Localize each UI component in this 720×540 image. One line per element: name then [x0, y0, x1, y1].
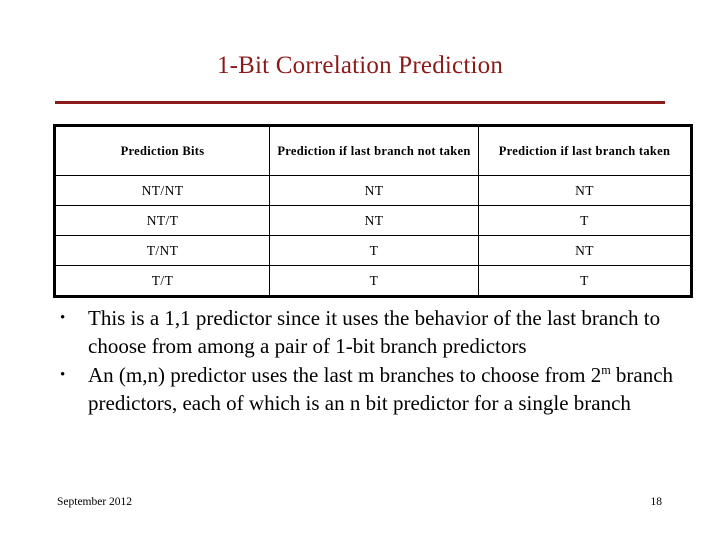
cell-taken: T	[478, 265, 692, 297]
cell-not-taken: NT	[269, 205, 479, 236]
bullet-list: • This is a 1,1 predictor since it uses …	[60, 305, 680, 420]
table-header-row: Prediction Bits Prediction if last branc…	[54, 125, 692, 176]
column-header-last-branch-taken: Prediction if last branch taken	[478, 125, 692, 176]
table-row: NT/T NT T	[54, 205, 692, 236]
bullet-marker-icon: •	[60, 367, 66, 384]
bullet-text: An (m,n) predictor uses the last m branc…	[88, 362, 680, 417]
cell-not-taken: NT	[269, 175, 479, 206]
cell-not-taken: T	[269, 265, 479, 297]
table-row: T/T T T	[54, 265, 692, 297]
cell-not-taken: T	[269, 235, 479, 266]
cell-prediction-bits: NT/T	[54, 205, 270, 236]
column-header-prediction-bits: Prediction Bits	[54, 125, 270, 176]
bullet-text: This is a 1,1 predictor since it uses th…	[88, 306, 661, 358]
title-divider	[55, 101, 665, 104]
exponent-m: m	[601, 363, 611, 378]
cell-taken: T	[478, 205, 692, 236]
cell-prediction-bits: T/T	[54, 265, 270, 297]
cell-taken: NT	[478, 235, 692, 266]
column-header-last-branch-not-taken: Prediction if last branch not taken	[269, 125, 479, 176]
bullet-text-part-before-exponent: An (m,n) predictor uses the last m branc…	[88, 363, 602, 388]
cell-taken: NT	[478, 175, 692, 206]
table-row: T/NT T NT	[54, 235, 692, 266]
page-title: 1-Bit Correlation Prediction	[216, 52, 504, 79]
list-item: • An (m,n) predictor uses the last m bra…	[60, 362, 680, 417]
prediction-table-container: Prediction Bits Prediction if last branc…	[53, 124, 693, 298]
table-row: NT/NT NT NT	[54, 175, 692, 206]
slide-canvas: 1-Bit Correlation Prediction Prediction …	[0, 0, 720, 540]
cell-prediction-bits: T/NT	[54, 235, 270, 266]
prediction-table: Prediction Bits Prediction if last branc…	[53, 124, 693, 298]
cell-prediction-bits: NT/NT	[54, 175, 270, 206]
bullet-marker-icon: •	[60, 310, 66, 326]
footer-date: September 2012	[57, 496, 133, 508]
footer-page-number: 18	[650, 496, 663, 508]
list-item: • This is a 1,1 predictor since it uses …	[60, 305, 680, 360]
